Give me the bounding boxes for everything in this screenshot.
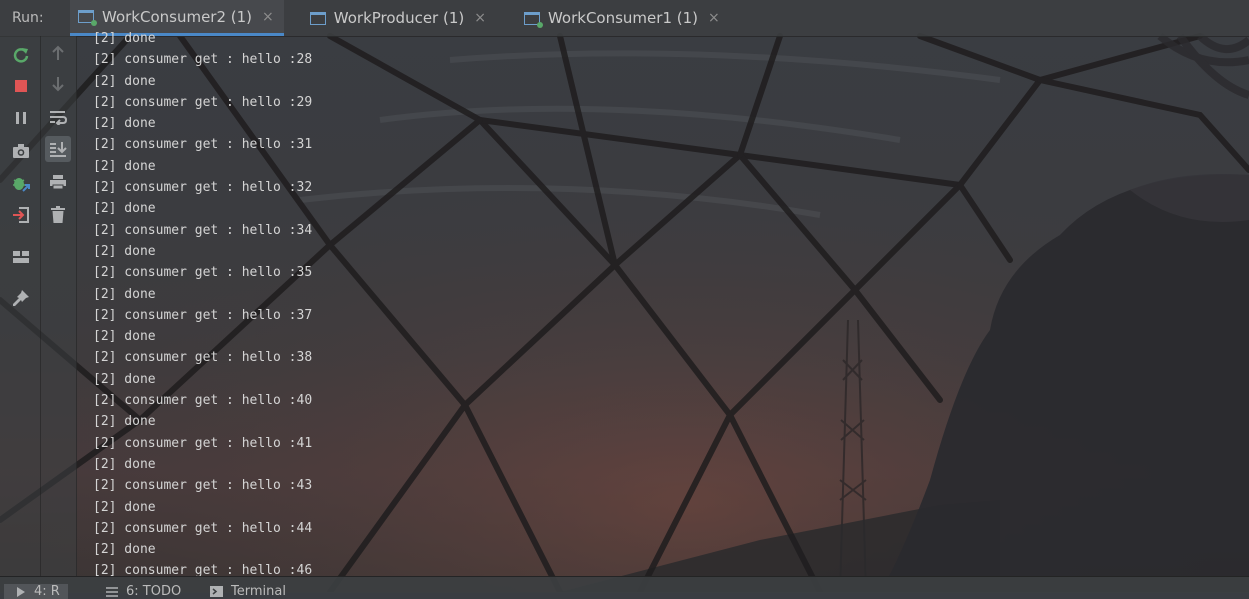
layout-button[interactable] bbox=[8, 244, 34, 270]
layout-icon bbox=[13, 251, 29, 263]
down-button[interactable] bbox=[45, 71, 71, 97]
console-line: [2] done bbox=[93, 286, 156, 302]
console-line: [2] done bbox=[93, 542, 156, 558]
screenshot-button[interactable] bbox=[8, 138, 34, 164]
debug-restart-button[interactable] bbox=[8, 171, 34, 197]
up-arrow-icon bbox=[52, 45, 64, 60]
down-arrow-icon bbox=[52, 77, 64, 92]
stop-icon bbox=[15, 80, 27, 92]
clear-all-button[interactable] bbox=[45, 201, 71, 227]
console-line: [2] consumer get : hello :34 bbox=[93, 222, 313, 238]
console-toolbar bbox=[41, 36, 77, 576]
scroll-to-end-button[interactable] bbox=[45, 136, 71, 162]
console-line: [2] done bbox=[93, 73, 156, 89]
tab-label: WorkProducer (1) bbox=[333, 9, 465, 27]
console-line: [2] done bbox=[93, 414, 156, 430]
run-config-icon bbox=[78, 10, 97, 26]
close-icon[interactable]: × bbox=[708, 10, 720, 26]
pin-icon bbox=[13, 290, 29, 306]
debug-restart-icon bbox=[13, 178, 30, 192]
pause-button[interactable] bbox=[8, 105, 34, 131]
soft-wrap-button[interactable] bbox=[45, 104, 71, 130]
pin-button[interactable] bbox=[8, 285, 34, 311]
console-line: [2] consumer get : hello :38 bbox=[93, 350, 313, 366]
console-line: [2] done bbox=[93, 158, 156, 174]
rerun-icon bbox=[13, 48, 29, 63]
console-line: [2] done bbox=[93, 243, 156, 259]
console-line: [2] consumer get : hello :35 bbox=[93, 265, 313, 281]
console-output[interactable]: [2] done [2] consumer get : hello :28 [2… bbox=[93, 28, 793, 582]
console-line: [2] done bbox=[93, 201, 156, 217]
console-line: [2] done bbox=[93, 116, 156, 132]
console-line: [2] consumer get : hello :40 bbox=[93, 393, 313, 409]
run-label: Run: bbox=[12, 10, 44, 26]
soft-wrap-icon bbox=[50, 111, 67, 125]
tab-label: WorkConsumer2 (1) bbox=[102, 7, 253, 26]
tool-window-bar: 4: R 6: TODO Terminal bbox=[0, 576, 1249, 599]
console-line: [2] consumer get : hello :43 bbox=[93, 478, 313, 494]
console-line: [2] done bbox=[93, 329, 156, 345]
print-icon bbox=[50, 175, 66, 190]
console-line: [2] done bbox=[93, 456, 156, 472]
screenshot-icon bbox=[13, 144, 29, 158]
console-line: [2] done bbox=[93, 499, 156, 515]
rerun-button[interactable] bbox=[8, 42, 34, 68]
console-line: [2] consumer get : hello :29 bbox=[93, 94, 313, 110]
tab-label: WorkConsumer1 (1) bbox=[547, 9, 698, 27]
up-button[interactable] bbox=[45, 40, 71, 66]
run-config-icon bbox=[523, 11, 543, 28]
trash-icon bbox=[51, 205, 65, 223]
console-line: [2] consumer get : hello :31 bbox=[93, 137, 313, 153]
close-icon[interactable]: × bbox=[262, 9, 274, 25]
pause-icon bbox=[16, 112, 26, 124]
scroll-to-end-icon bbox=[50, 142, 67, 157]
console-line: [2] consumer get : hello :44 bbox=[93, 520, 313, 536]
stop-button[interactable] bbox=[8, 73, 34, 99]
close-icon[interactable]: × bbox=[474, 10, 486, 26]
console-line: [2] consumer get : hello :41 bbox=[93, 435, 313, 451]
console-line: [2] done bbox=[93, 31, 156, 46]
console-line: [2] consumer get : hello :32 bbox=[93, 180, 313, 196]
run-actions-toolbar bbox=[0, 36, 41, 576]
console-line: [2] consumer get : hello :28 bbox=[93, 52, 313, 68]
run-config-icon bbox=[309, 11, 326, 25]
exit-icon bbox=[13, 207, 29, 223]
console-line: [2] consumer get : hello :37 bbox=[93, 307, 313, 323]
console-line: [2] done bbox=[93, 371, 156, 387]
print-button[interactable] bbox=[45, 169, 71, 195]
exit-button[interactable] bbox=[8, 202, 34, 228]
